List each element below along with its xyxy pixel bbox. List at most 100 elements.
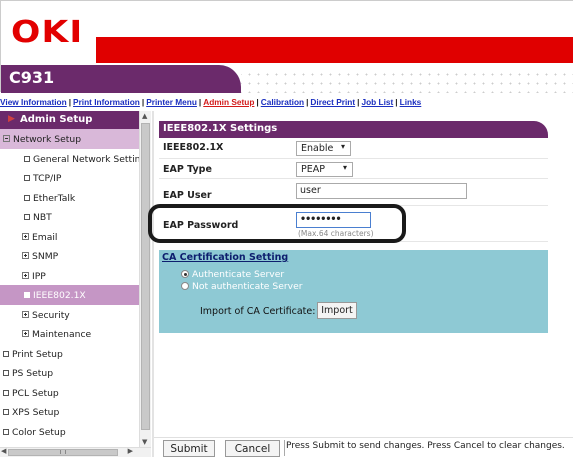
page-icon [24,214,30,220]
sidebar-item-label: Network Setup [13,134,82,145]
page-icon [3,370,9,376]
header: OKI C931 [0,0,573,93]
sidebar-item-security[interactable]: Security [0,305,150,325]
radio-selected-icon[interactable] [181,270,189,278]
highlight-callout [148,204,406,243]
model-bar: C931 [1,65,241,93]
ieee8021x-label: IEEE802.1X [163,142,224,153]
cancel-button[interactable]: Cancel [225,440,280,457]
radio-unselected-icon[interactable] [181,282,189,290]
sidebar-item-ethertalk[interactable]: EtherTalk [0,188,150,208]
divider [284,440,285,456]
sidebar-item-network-setup[interactable]: Network Setup [0,129,150,149]
sidebar-item-color-setup[interactable]: Color Setup [0,422,150,442]
page-icon [24,175,30,181]
sidebar-item-ps-setup[interactable]: PS Setup [0,363,150,383]
sidebar-item-label: TCP/IP [33,173,62,184]
nav-printer-menu[interactable]: Printer Menu [146,97,197,107]
footer-message: Press Submit to send changes. Press Canc… [286,441,565,451]
page-icon [3,428,9,435]
nav-direct-print[interactable]: Direct Print [310,97,355,107]
scroll-left-icon[interactable]: ◀ [1,447,6,455]
scroll-up-icon[interactable]: ▲ [142,112,147,120]
nav-calibration[interactable]: Calibration [261,97,304,107]
arrow-right-icon: ▶ [8,114,15,124]
sidebar-item-label: General Network Setting [33,153,147,165]
grip-icon [60,450,66,454]
sidebar-item-label: SNMP [32,251,59,262]
radio-label: Not authenticate Server [192,281,303,292]
expand-icon [22,232,29,240]
ca-certification-title: CA Certification Setting [162,252,289,263]
top-nav: View Information | Print Information | Print… [0,97,422,107]
sidebar-item-snmp[interactable]: SNMP [0,246,150,266]
sidebar-item-tcp-ip[interactable]: TCP/IP [0,168,150,188]
scroll-right-icon[interactable]: ▶ [128,447,133,455]
radio-label: Authenticate Server [192,269,285,280]
scroll-down-icon[interactable]: ▼ [142,438,147,446]
sidebar-item-print-setup[interactable]: Print Setup [0,344,150,364]
scrollbar-thumb[interactable] [141,123,150,430]
import-ca-label: Import of CA Certificate: [200,306,316,317]
import-button[interactable]: Import [317,302,357,319]
expand-icon [22,252,29,259]
footer-bar: Submit Cancel Press Submit to send chang… [154,437,573,457]
sidebar-title-label: Admin Setup [20,114,93,125]
sidebar-vertical-scrollbar[interactable]: ▲ ▼ [139,111,151,447]
sidebar-item-nbt[interactable]: NBT [0,207,150,227]
sidebar-item-label: PCL Setup [12,387,59,399]
radio-authenticate-server[interactable]: Authenticate Server [181,269,284,280]
radio-not-authenticate-server[interactable]: Not authenticate Server [181,281,303,292]
sidebar-item-general-network-setting[interactable]: General Network Setting [0,149,150,169]
ca-certification-panel: CA Certification Setting Authenticate Se… [159,250,548,333]
eap-type-value: PEAP [301,164,325,175]
nav-print-information[interactable]: Print Information [73,97,140,107]
sidebar-item-label: XPS Setup [12,407,60,418]
eap-user-label: EAP User [163,190,212,201]
page-icon [3,350,9,357]
sidebar-item-label: IPP [32,270,46,282]
sidebar: ▶ Admin Setup Network Setup General Netw… [0,111,151,457]
eap-user-input[interactable]: user [296,183,467,199]
eap-type-select[interactable]: PEAP ▾ [296,162,353,177]
sidebar-item-pcl-setup[interactable]: PCL Setup [0,383,150,403]
page-icon [24,292,30,298]
sidebar-item-maintenance[interactable]: Maintenance [0,324,150,344]
sidebar-item-label: Maintenance [32,329,92,340]
submit-button[interactable]: Submit [163,440,215,457]
sidebar-item-label: EtherTalk [33,192,76,204]
ieee8021x-select[interactable]: Enable ▾ [296,141,351,156]
model-name: C931 [9,68,55,87]
sidebar-item-xps-setup[interactable]: XPS Setup [0,402,150,422]
nav-view-information[interactable]: View Information [0,97,67,107]
nav-links[interactable]: Links [400,97,422,107]
sidebar-item-ieee8021x[interactable]: IEEE802.1X [0,285,150,305]
row-eap-type: EAP Type PEAP ▾ [159,159,548,179]
page-icon [3,409,9,415]
sidebar-item-label: Print Setup [12,348,63,360]
dot-pattern [241,67,573,93]
sidebar-item-ipp[interactable]: IPP [0,266,150,286]
eap-type-label: EAP Type [163,164,212,175]
brand-bar [96,37,573,63]
sidebar-item-email[interactable]: Email [0,227,150,247]
page-icon [24,155,30,162]
oki-logo: OKI [11,15,84,50]
expand-icon [22,330,29,337]
sidebar-item-label: Color Setup [12,426,66,438]
sidebar-item-label: PS Setup [12,368,54,379]
sidebar-horizontal-scrollbar[interactable]: ◀ ▶ [0,447,151,457]
main-panel: IEEE802.1X Settings IEEE802.1X Enable ▾ … [151,111,573,457]
dropdown-arrow-icon: ▾ [342,163,347,172]
row-eap-user: EAP User user [159,179,548,206]
nav-admin-setup[interactable]: Admin Setup [203,97,254,107]
nav-job-list[interactable]: Job List [361,97,393,107]
sidebar-item-label: Security [32,309,70,321]
sidebar-item-label: Email [32,231,58,243]
row-ieee8021x: IEEE802.1X Enable ▾ [159,138,548,159]
ieee8021x-value: Enable [301,143,334,154]
sidebar-title[interactable]: ▶ Admin Setup [0,111,150,129]
collapse-icon [3,135,10,142]
page-icon [3,389,9,396]
page-icon [24,194,30,201]
